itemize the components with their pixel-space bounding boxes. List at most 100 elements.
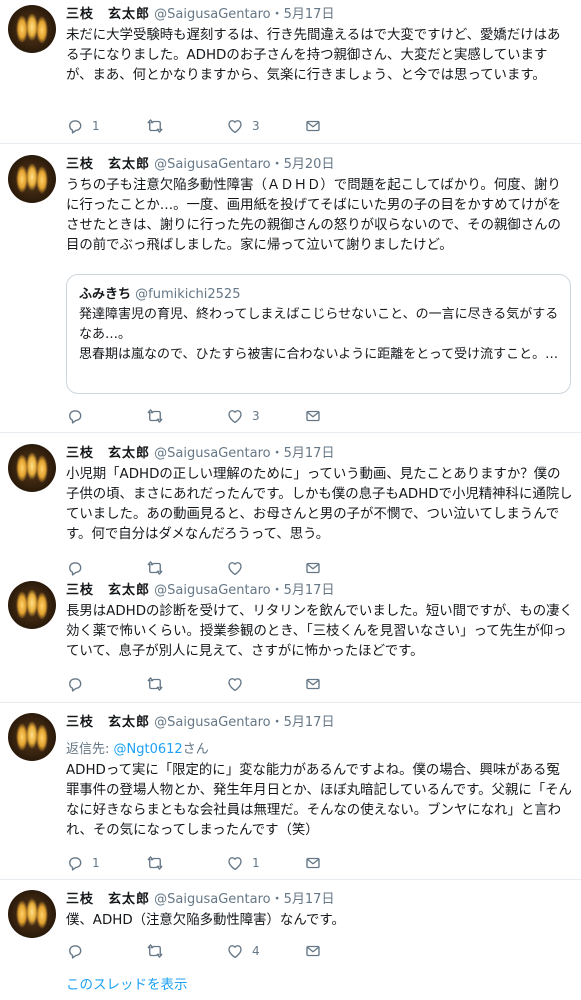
quote-text: 発達障害児の育児、終わってしまえばこじらせないこと、の一言に尽きる気がするなあ…… <box>79 307 559 362</box>
avatar[interactable] <box>8 5 56 53</box>
quoted-tweet[interactable]: ふみきち @fumikichi2525 発達障害児の育児、終わってしまえばこじら… <box>66 274 571 394</box>
retweet-button[interactable] <box>146 941 172 961</box>
retweet-icon <box>147 119 163 133</box>
tweet[interactable]: 三枝 玄太郎 @SaigusaGentaro・5月17日 未だに大学受験時も遅刻… <box>0 0 581 143</box>
dm-button[interactable] <box>304 116 322 136</box>
dm-button[interactable] <box>304 406 322 426</box>
tweet-date[interactable]: 5月20日 <box>284 157 335 172</box>
reply-to-mention[interactable]: @Ngt0612 <box>114 742 183 757</box>
dm-button[interactable] <box>304 674 322 694</box>
reply-to-line: 返信先: @Ngt0612さん <box>66 738 209 757</box>
like-button[interactable]: 3 <box>226 116 260 136</box>
retweet-button[interactable] <box>146 853 172 873</box>
tweet-actions: 1 1 <box>66 853 326 873</box>
retweet-icon <box>147 561 163 575</box>
tweet-date[interactable]: 5月17日 <box>284 446 335 461</box>
avatar[interactable] <box>8 581 56 629</box>
tweet[interactable]: 三枝 玄太郎 @SaigusaGentaro・5月17日 返信先: @Ngt06… <box>0 703 581 879</box>
tweet-date[interactable]: 5月17日 <box>284 715 335 730</box>
avatar[interactable] <box>8 444 56 492</box>
retweet-icon <box>147 409 163 423</box>
user-name[interactable]: 三枝 玄太郎 <box>66 446 150 461</box>
retweet-button[interactable] <box>146 674 172 694</box>
dm-button[interactable] <box>304 558 322 578</box>
dm-button[interactable] <box>304 853 322 873</box>
user-handle[interactable]: @SaigusaGentaro <box>154 583 270 598</box>
heart-icon <box>228 857 242 871</box>
reply-count: 1 <box>92 119 100 133</box>
separator-dot: ・ <box>270 583 284 598</box>
tweet-actions: 1 3 <box>66 116 326 136</box>
like-button[interactable]: 4 <box>226 941 260 961</box>
like-button[interactable] <box>226 558 252 578</box>
avatar[interactable] <box>8 890 56 938</box>
reply-button[interactable] <box>66 674 92 694</box>
reply-count: 1 <box>92 856 100 870</box>
tweet-text: うちの子も注意欠陥多動性障害（ＡＤＨＤ）で問題を起こしてばかり。何度、謝りに行っ… <box>66 178 562 253</box>
like-button[interactable] <box>226 674 252 694</box>
tweet-actions: 3 <box>66 406 326 426</box>
heart-icon <box>228 410 242 424</box>
like-button[interactable]: 1 <box>226 853 260 873</box>
retweet-icon <box>147 677 163 691</box>
retweet-icon <box>147 944 163 958</box>
user-handle[interactable]: @SaigusaGentaro <box>154 157 270 172</box>
user-handle[interactable]: @SaigusaGentaro <box>154 446 270 461</box>
retweet-button[interactable] <box>146 406 172 426</box>
user-name[interactable]: 三枝 玄太郎 <box>66 583 150 598</box>
reply-to-label: 返信先: <box>66 742 114 757</box>
separator-dot: ・ <box>270 446 284 461</box>
user-handle[interactable]: @SaigusaGentaro <box>154 715 270 730</box>
quote-user-name: ふみきち <box>79 287 132 302</box>
heart-icon <box>228 120 242 134</box>
tweet-text: 僕、ADHD（注意欠陥多動性障害）なんです。 <box>66 913 345 928</box>
separator-dot: ・ <box>270 7 284 22</box>
tweet-date[interactable]: 5月17日 <box>284 892 335 907</box>
reply-button[interactable]: 1 <box>66 853 100 873</box>
tweet-actions <box>66 674 326 694</box>
dm-button[interactable] <box>304 941 322 961</box>
tweet-text: 長男はADHDの診断を受けて、リタリンを飲んでいました。短い間ですが、もの凄く効… <box>66 604 573 659</box>
avatar[interactable] <box>8 155 56 203</box>
reply-icon <box>69 410 82 424</box>
retweet-icon <box>147 856 163 870</box>
tweet[interactable]: 三枝 玄太郎 @SaigusaGentaro・5月17日 長男はADHDの診断を… <box>0 578 581 700</box>
envelope-icon <box>306 857 320 869</box>
user-name[interactable]: 三枝 玄太郎 <box>66 7 150 22</box>
quote-header: ふみきち @fumikichi2525 <box>79 283 240 302</box>
envelope-icon <box>306 562 320 574</box>
tweet-date[interactable]: 5月17日 <box>284 583 335 598</box>
tweet-header: 三枝 玄太郎 @SaigusaGentaro・5月17日 <box>66 445 334 463</box>
reply-button[interactable] <box>66 558 92 578</box>
separator-dot: ・ <box>270 892 284 907</box>
avatar[interactable] <box>8 713 56 761</box>
user-handle[interactable]: @SaigusaGentaro <box>154 7 270 22</box>
envelope-icon <box>306 678 320 690</box>
tweet-date[interactable]: 5月17日 <box>284 7 335 22</box>
tweet[interactable]: 三枝 玄太郎 @SaigusaGentaro・5月17日 小児期「ADHDの正し… <box>0 433 581 578</box>
separator-dot: ・ <box>270 715 284 730</box>
envelope-icon <box>306 945 320 957</box>
like-count: 3 <box>252 119 260 133</box>
tweet-actions: 4 <box>66 941 326 961</box>
reply-button[interactable] <box>66 406 92 426</box>
heart-icon <box>228 562 242 576</box>
retweet-button[interactable] <box>146 558 172 578</box>
tweet-text: ADHDって実に「限定的に」変な能力があるんですよね。僕の場合、興味がある冤罪事… <box>66 763 572 838</box>
tweet-header: 三枝 玄太郎 @SaigusaGentaro・5月17日 <box>66 582 334 600</box>
reply-button[interactable]: 1 <box>66 116 100 136</box>
tweet[interactable]: 三枝 玄太郎 @SaigusaGentaro・5月20日 うちの子も注意欠陥多動… <box>0 144 581 432</box>
tweet-header: 三枝 玄太郎 @SaigusaGentaro・5月17日 <box>66 6 334 24</box>
user-name[interactable]: 三枝 玄太郎 <box>66 715 150 730</box>
user-name[interactable]: 三枝 玄太郎 <box>66 892 150 907</box>
heart-icon <box>228 945 242 959</box>
retweet-button[interactable] <box>146 116 172 136</box>
user-name[interactable]: 三枝 玄太郎 <box>66 157 150 172</box>
like-button[interactable]: 3 <box>226 406 260 426</box>
reply-button[interactable] <box>66 941 92 961</box>
reply-icon <box>69 857 82 871</box>
user-handle[interactable]: @SaigusaGentaro <box>154 892 270 907</box>
like-count: 1 <box>252 856 260 870</box>
show-thread-link[interactable]: このスレッドを表示 <box>66 973 188 993</box>
reply-icon <box>69 120 82 134</box>
